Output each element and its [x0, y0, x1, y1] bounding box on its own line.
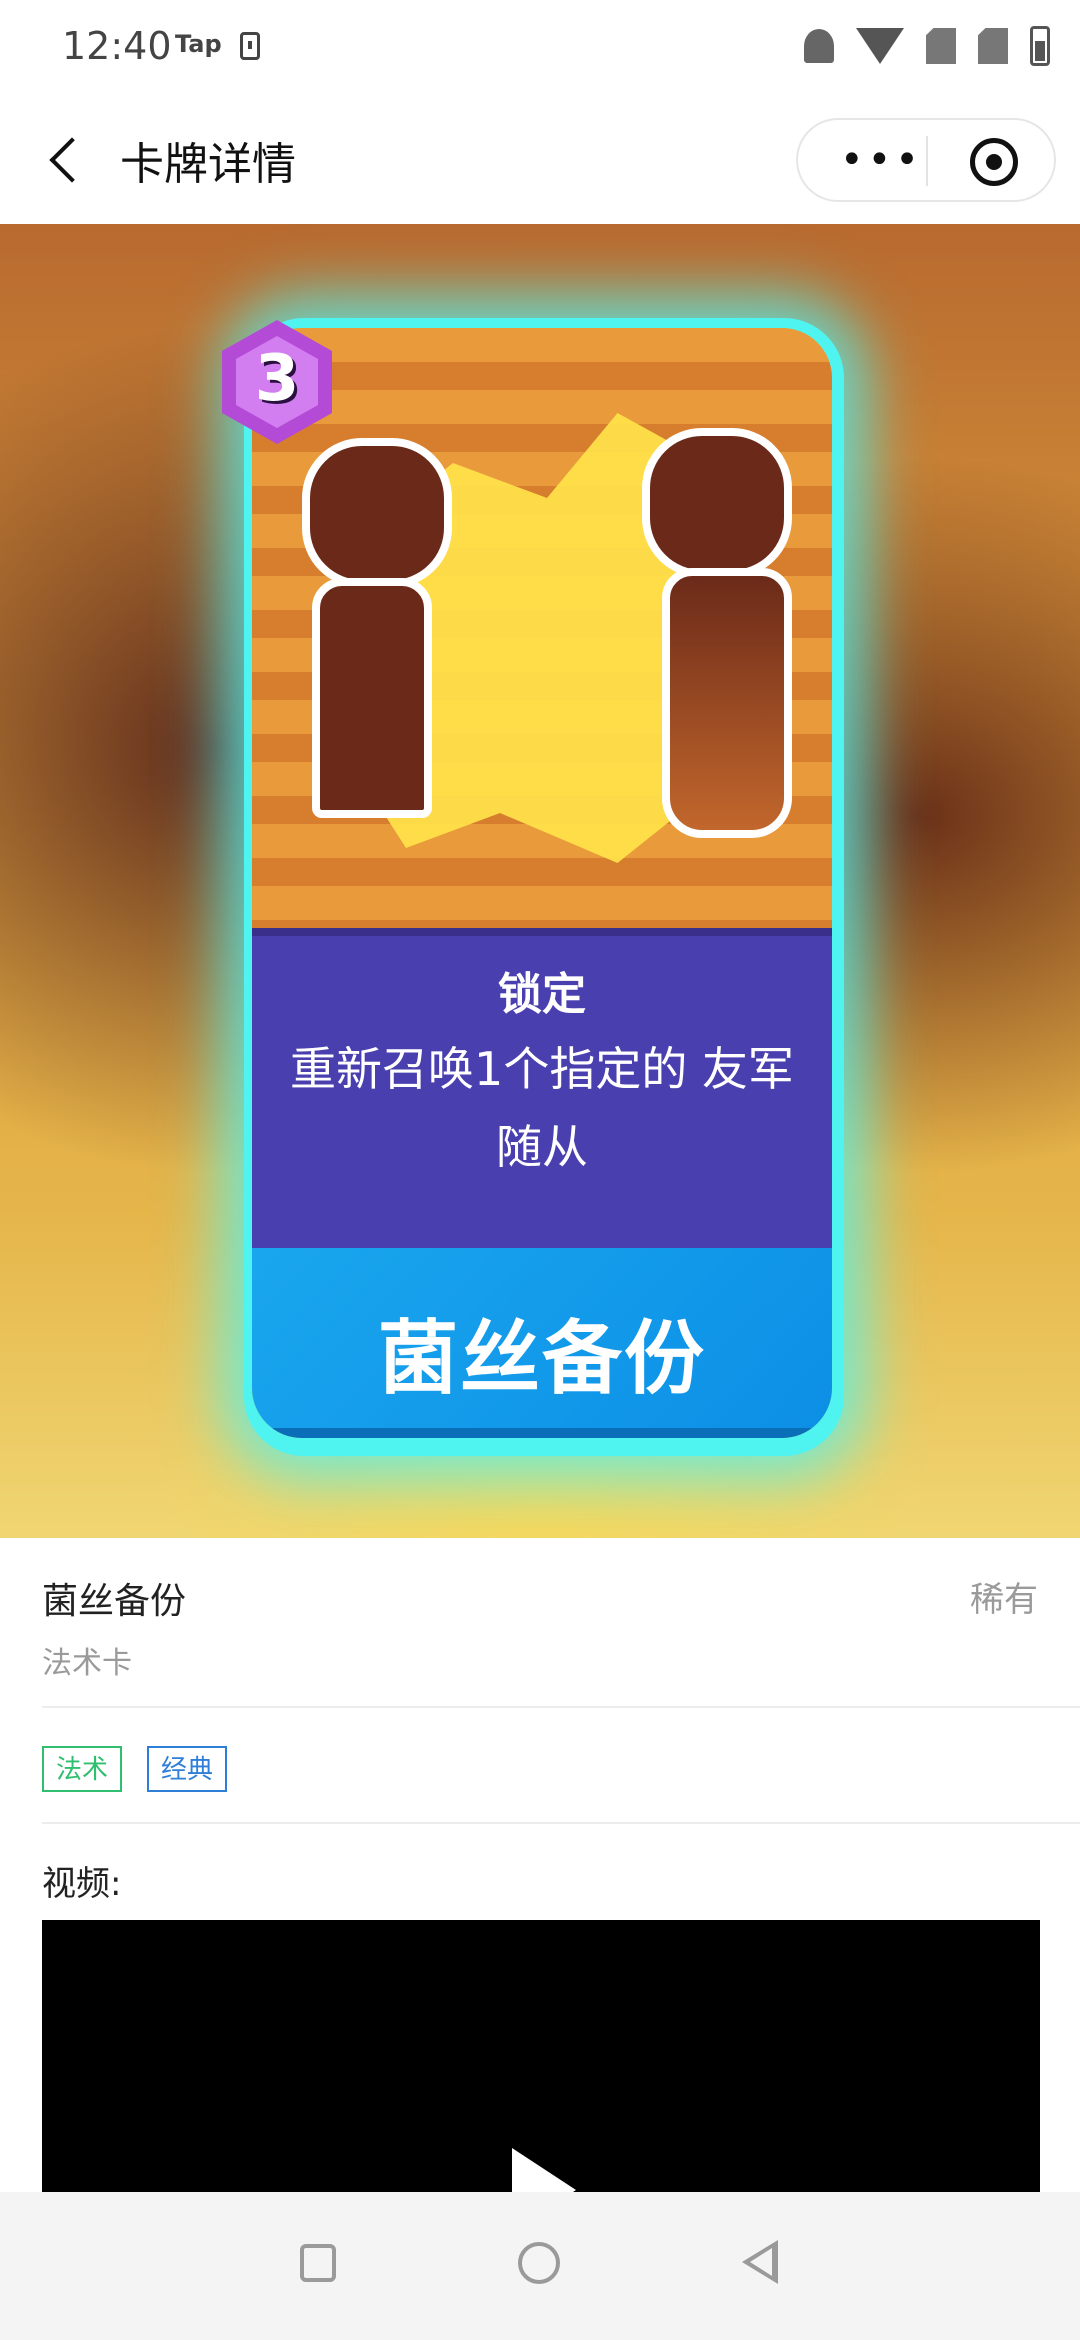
back-triangle-icon[interactable] [742, 2240, 778, 2284]
recents-square-icon[interactable] [300, 2244, 336, 2282]
card-artwork [252, 328, 832, 928]
status-icons [804, 26, 1050, 66]
tag-spell[interactable]: 法术 [42, 1746, 123, 1792]
tap-app-label: Tap [175, 30, 222, 58]
home-circle-icon[interactable] [518, 2242, 560, 2284]
card-description-panel: 锁定 重新召唤1个指定的 友军随从 [252, 928, 832, 1248]
figure-right [642, 428, 802, 848]
wifi-icon [856, 28, 904, 64]
status-bar: 12:40 Tap [0, 0, 1080, 100]
top-nav-bar: 卡牌详情 ••• [0, 100, 1080, 224]
download-icon [240, 32, 260, 60]
info-rarity: 稀有 [970, 1580, 1038, 1620]
info-card-name: 菌丝备份 [42, 1581, 187, 1622]
miniprogram-capsule: ••• [796, 118, 1056, 202]
card-name-panel: 菌丝备份 [252, 1248, 832, 1438]
system-nav-bar [0, 2192, 1080, 2340]
page-title: 卡牌详情 [120, 139, 296, 190]
divider [42, 1706, 1080, 1708]
figure-right-head [642, 428, 792, 578]
video-player[interactable] [42, 1920, 1040, 2198]
figure-left [282, 438, 462, 838]
card-image: 锁定 重新召唤1个指定的 友军随从 菌丝备份 [252, 328, 832, 1438]
sim-icon [978, 28, 1008, 64]
card-keyword: 锁定 [498, 969, 586, 1020]
video-label: 视频: [42, 1864, 122, 1904]
target-icon[interactable] [970, 138, 1018, 186]
card-title: 菌丝备份 [378, 1312, 706, 1405]
divider [42, 1822, 1080, 1824]
tag-classic[interactable]: 经典 [147, 1746, 228, 1792]
capsule-divider [926, 136, 928, 186]
bell-muted-icon [804, 29, 834, 63]
figure-right-body [662, 568, 792, 838]
battery-icon [1030, 26, 1050, 66]
card-hero-background: 锁定 重新召唤1个指定的 友军随从 菌丝备份 3 [0, 224, 1080, 1538]
figure-left-head [302, 438, 452, 588]
info-card-type: 法术卡 [42, 1646, 132, 1681]
card-info-section: 菌丝备份 稀有 法术卡 法术 经典 视频: [0, 1538, 1080, 2198]
play-icon[interactable] [512, 2148, 576, 2198]
figure-left-body [312, 578, 432, 818]
back-chevron-icon[interactable] [49, 137, 95, 183]
card-cost: 3 [254, 342, 300, 416]
card-description: 重新召唤1个指定的 友军随从 [290, 1042, 794, 1174]
sim-icon [926, 28, 956, 64]
status-time: 12:40 [62, 24, 172, 68]
more-dots-icon[interactable]: ••• [840, 140, 923, 180]
